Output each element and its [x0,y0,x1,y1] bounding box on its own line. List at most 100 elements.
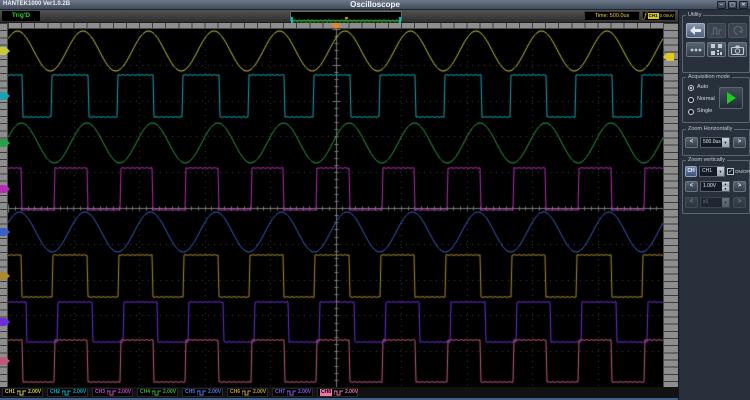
channel-value: 2.00V [28,389,41,396]
mult-next-button: > [733,197,746,208]
volts-prev-button[interactable]: < [685,181,698,192]
window-controls: – ▢ ✕ [717,1,748,9]
undo-button [728,23,747,38]
toolbar: Trig'D Time: 500.0us ƒ CH1 0.00uV [0,10,678,23]
channel-name: CH4 [140,389,150,396]
radio-auto[interactable]: Auto [688,84,708,91]
waveform-icon [711,27,722,35]
acquisition-group-title: Acquisition mode [686,74,732,81]
trigger-icon: ƒ [644,12,647,20]
channel-name: CH1 [5,389,15,396]
timebase-prev-button[interactable]: < [685,137,698,148]
volts-value: 1.00V [701,182,722,191]
channel-status-ch8[interactable]: CH8 2.00V [317,388,358,397]
horizontal-position-preview[interactable] [290,11,402,21]
radio-icon [688,97,694,103]
camera-button[interactable] [728,42,747,57]
timebase-next-button[interactable]: > [733,137,746,148]
window-title: Oscilloscope [0,0,750,10]
waveform-button [707,23,726,38]
channel-value: 2.00V [73,389,86,396]
channel-value: 2.00V [208,389,221,396]
trigger-readout: ƒ CH1 0.00uV [642,11,676,21]
zoom-vertical-group: Zoom vertically CH CH1 ▼ ✓ ON/OFF < 1.00… [682,160,750,214]
square-wave-icon [62,390,71,396]
channel-value: CH1 [700,167,717,176]
square-wave-icon [242,390,251,396]
spinner[interactable]: ▲▼ [722,182,729,191]
spin-down-icon[interactable]: ▼ [722,187,729,192]
channel-name: CH6 [230,389,240,396]
oscilloscope-app: HANTEK1000 Ver1.0.2B Oscilloscope – ▢ ✕ … [0,0,750,400]
camera-icon [731,45,744,55]
channel-status-ch5[interactable]: CH5 2.00V [182,388,223,397]
scope-area [0,23,678,387]
square-wave-icon [287,390,296,396]
square-wave-icon [107,390,116,396]
chevron-down-icon[interactable]: ▼ [717,167,724,176]
qr-code-icon [711,44,722,55]
back-arrow-button[interactable] [686,23,705,38]
radio-label: Normal [697,96,715,103]
volts-next-button[interactable]: > [733,181,746,192]
utility-group: Utility [682,15,750,73]
square-wave-icon [197,390,206,396]
sidebar: Utility Acquisition mode Auto Normal Singl… [678,10,750,400]
channel-status-ch1[interactable]: CH1 2.00V [2,388,43,397]
timebase-select[interactable]: 500.0us ▼ [700,137,730,148]
more-button[interactable] [686,42,705,57]
channel-value: 2.00V [163,389,176,396]
undo-icon [733,26,743,35]
onoff-label: ON/OFF [735,168,750,175]
channel-name: CH3 [95,389,105,396]
timebase-readout: Time: 500.0us [584,11,640,21]
channel-status-ch3[interactable]: CH3 2.00V [92,388,133,397]
utility-group-title: Utility [686,12,703,19]
channel-name: CH8 [320,389,332,396]
trigger-source-badge: CH1 [648,13,659,19]
play-icon [726,92,736,104]
close-button[interactable]: ✕ [739,1,748,9]
zoom-horizontal-group: Zoom Horizontally < 500.0us ▼ > [682,129,750,156]
mult-value: x1 [701,198,722,207]
channel-value: 2.00V [345,389,358,396]
minimize-button[interactable]: – [717,1,726,9]
radio-label: Auto [697,84,708,91]
run-stop-button[interactable] [719,87,743,109]
square-wave-icon [17,390,26,396]
radio-label: Single [697,108,712,115]
scope-canvas[interactable] [8,29,663,387]
channel-name: CH5 [185,389,195,396]
radio-normal[interactable]: Normal [688,96,715,103]
maximize-button[interactable]: ▢ [728,1,737,9]
channel-select-button[interactable]: CH [685,166,697,177]
radio-icon [688,85,694,91]
chevron-down-icon[interactable]: ▼ [722,138,729,147]
left-vertical-ruler [0,23,8,387]
channel-name: CH7 [275,389,285,396]
trigger-status-badge: Trig'D [2,11,40,21]
channel-status-ch7[interactable]: CH7 2.00V [272,388,313,397]
volts-per-div-select[interactable]: 1.00V ▲▼ [700,181,730,192]
qr-code-button[interactable] [707,42,726,57]
radio-single[interactable]: Single [688,108,712,115]
timebase-value: 500.0us [701,138,722,147]
channel-value: 2.00V [118,389,131,396]
channel-status-ch2[interactable]: CH22.00V [47,388,88,397]
status-bar: CH12.00VCH22.00VCH32.00VCH42.00VCH52.00V… [0,387,678,400]
zoom-horizontal-title: Zoom Horizontally [686,126,734,133]
square-wave-icon [334,390,343,396]
channel-value: 2.00V [253,389,266,396]
square-wave-icon [152,390,161,396]
channel-value: 2.00V [298,389,311,396]
more-icon [690,48,702,52]
back-arrow-icon [690,26,701,35]
radio-icon [688,109,694,115]
probe-mult-select: x1 ▼ [700,197,730,208]
channel-status-ch6[interactable]: CH6 2.00V [227,388,268,397]
channel-status-ch4[interactable]: CH4 2.00V [137,388,178,397]
channel-onoff-checkbox[interactable]: ✓ [727,168,734,175]
channel-select[interactable]: CH1 ▼ [699,166,725,177]
acquisition-group: Acquisition mode Auto Normal Single [682,77,750,123]
titlebar: HANTEK1000 Ver1.0.2B Oscilloscope – ▢ ✕ [0,0,750,10]
